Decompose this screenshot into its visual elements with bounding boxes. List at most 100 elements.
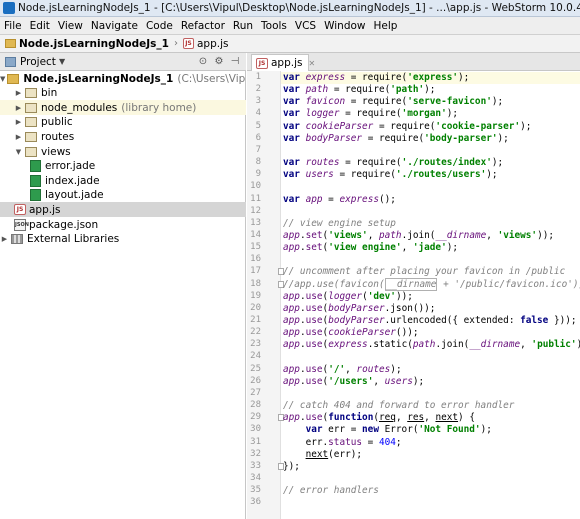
code-line[interactable]: app.use(bodyParser.json());: [283, 303, 580, 315]
expanded-arrow-icon[interactable]: ▼: [0, 75, 5, 83]
code-line[interactable]: app.use('/users', users);: [283, 376, 580, 388]
breadcrumb-file[interactable]: app.js: [197, 38, 229, 50]
tree-item-routes[interactable]: ▶ routes: [0, 129, 246, 144]
code-editor[interactable]: 1 var express = require('express'); 2 var p…: [247, 71, 580, 519]
tab-app-js[interactable]: JS app.js ✕: [251, 54, 315, 71]
code-line[interactable]: var app = express();: [283, 194, 580, 206]
window-titlebar: Node.jsLearningNodeJs_1 - [C:\Users\Vipu…: [0, 0, 580, 17]
code-line[interactable]: // error handlers: [283, 485, 580, 497]
chevron-down-icon[interactable]: ▼: [59, 57, 65, 66]
collapsed-arrow-icon[interactable]: ▶: [14, 89, 23, 97]
code-line[interactable]: next(err);: [283, 449, 580, 461]
code-line[interactable]: err.status = 404;: [283, 437, 580, 449]
line-number: 17: [250, 266, 261, 277]
code-line[interactable]: app.set('view engine', 'jade');: [283, 242, 580, 254]
folder-icon: [5, 39, 16, 48]
sync-icon[interactable]: ⊙: [196, 55, 210, 69]
menu-file[interactable]: File: [4, 20, 22, 32]
project-panel-header: Project ▼ ⊙ ⚙ ⊣: [0, 53, 246, 71]
menu-refactor[interactable]: Refactor: [181, 20, 225, 32]
code-line[interactable]: [283, 497, 580, 509]
tree-item-package-json[interactable]: JSON package.json: [0, 217, 246, 232]
line-number: 2: [255, 84, 261, 95]
folder-icon: [25, 117, 37, 128]
code-line[interactable]: var favicon = require('serve-favicon');: [283, 96, 580, 108]
menu-window[interactable]: Window: [324, 20, 365, 32]
code-line[interactable]: [283, 206, 580, 218]
code-line[interactable]: var path = require('path');: [283, 84, 580, 96]
code-line[interactable]: //app.use(favicon(__dirname + '/public/f…: [283, 277, 580, 291]
collapsed-arrow-icon[interactable]: ▶: [14, 104, 23, 112]
code-line[interactable]: [283, 351, 580, 363]
code-line[interactable]: [283, 473, 580, 485]
tree-item-label: External Libraries: [27, 233, 120, 246]
code-line[interactable]: app.use('/', routes);: [283, 364, 580, 376]
menu-tools[interactable]: Tools: [261, 20, 287, 32]
collapsed-arrow-icon[interactable]: ▶: [14, 118, 23, 126]
code-line[interactable]: [283, 254, 580, 266]
code-line[interactable]: var routes = require('./routes/index');: [283, 157, 580, 169]
code-line[interactable]: var express = require('express');: [283, 72, 580, 84]
line-number: 15: [250, 242, 261, 253]
line-number: 24: [250, 351, 261, 362]
code-line[interactable]: var logger = require('morgan');: [283, 108, 580, 120]
line-number: 31: [250, 436, 261, 447]
tab-label: app.js: [271, 57, 303, 69]
folder-icon: [25, 102, 37, 113]
jade-file-icon: [30, 174, 41, 187]
code-line[interactable]: app.use(logger('dev'));: [283, 291, 580, 303]
tree-item-error-jade[interactable]: error.jade: [0, 159, 246, 174]
line-number: 16: [250, 254, 261, 265]
expanded-arrow-icon[interactable]: ▼: [14, 148, 23, 156]
code-line[interactable]: app.use(express.static(path.join(__dirna…: [283, 339, 580, 351]
menu-code[interactable]: Code: [146, 20, 173, 32]
line-number: 6: [255, 132, 261, 143]
editor-tab-bar: JS app.js ✕: [247, 53, 580, 71]
tree-root-path: (C:\Users\Vipul\Desktop\Nod: [177, 72, 246, 85]
collapsed-arrow-icon[interactable]: ▶: [0, 235, 9, 243]
tree-item-node-modules[interactable]: ▶ node_modules (library home): [0, 100, 246, 116]
tree-item-layout-jade[interactable]: layout.jade: [0, 188, 246, 203]
webstorm-icon: [3, 2, 15, 14]
menu-help[interactable]: Help: [374, 20, 398, 32]
code-line[interactable]: [283, 388, 580, 400]
tree-item-app-js[interactable]: JS app.js: [0, 202, 246, 218]
code-line[interactable]: [283, 181, 580, 193]
code-line[interactable]: var err = new Error('Not Found');: [283, 424, 580, 436]
code-line[interactable]: app.use(bodyParser.urlencoded({ extended…: [283, 315, 580, 327]
tree-root[interactable]: ▼ Node.jsLearningNodeJs_1 (C:\Users\Vipu…: [0, 71, 246, 86]
tree-item-bin[interactable]: ▶ bin: [0, 86, 246, 101]
tree-item-public[interactable]: ▶ public: [0, 115, 246, 130]
settings-icon[interactable]: ⚙: [212, 55, 226, 69]
code-line[interactable]: app.use(cookieParser());: [283, 327, 580, 339]
line-number: 1: [255, 72, 261, 82]
tree-item-views[interactable]: ▼ views: [0, 144, 246, 159]
tree-item-index-jade[interactable]: index.jade: [0, 173, 246, 188]
menu-run[interactable]: Run: [233, 20, 253, 32]
pin-icon[interactable]: ⊣: [228, 55, 242, 69]
code-line[interactable]: [283, 145, 580, 157]
close-icon[interactable]: ✕: [309, 59, 316, 68]
collapsed-arrow-icon[interactable]: ▶: [14, 133, 23, 141]
code-line[interactable]: var bodyParser = require('body-parser');: [283, 133, 580, 145]
code-line[interactable]: app.set('views', path.join(__dirname, 'v…: [283, 230, 580, 242]
menu-view[interactable]: View: [58, 20, 83, 32]
tree-item-label: bin: [41, 87, 58, 100]
code-line[interactable]: // catch 404 and forward to error handle…: [283, 400, 580, 412]
tree-item-external-libraries[interactable]: ▶ External Libraries: [0, 232, 246, 247]
javascript-file-icon: JS: [14, 204, 26, 216]
code-line[interactable]: });: [283, 461, 580, 473]
menu-edit[interactable]: Edit: [30, 20, 50, 32]
line-number: 23: [250, 339, 261, 350]
folder-icon: [25, 146, 37, 157]
code-line[interactable]: var users = require('./routes/users');: [283, 169, 580, 181]
code-line[interactable]: app.use(function(req, res, next) {: [283, 412, 580, 424]
project-view-selector[interactable]: Project: [20, 56, 56, 68]
menu-navigate[interactable]: Navigate: [91, 20, 138, 32]
menu-vcs[interactable]: VCS: [295, 20, 316, 32]
library-icon: [11, 234, 23, 245]
tree-item-label: views: [41, 145, 71, 158]
code-line[interactable]: // view engine setup: [283, 218, 580, 230]
breadcrumb-project[interactable]: Node.jsLearningNodeJs_1: [19, 38, 169, 50]
code-line[interactable]: var cookieParser = require('cookie-parse…: [283, 121, 580, 133]
